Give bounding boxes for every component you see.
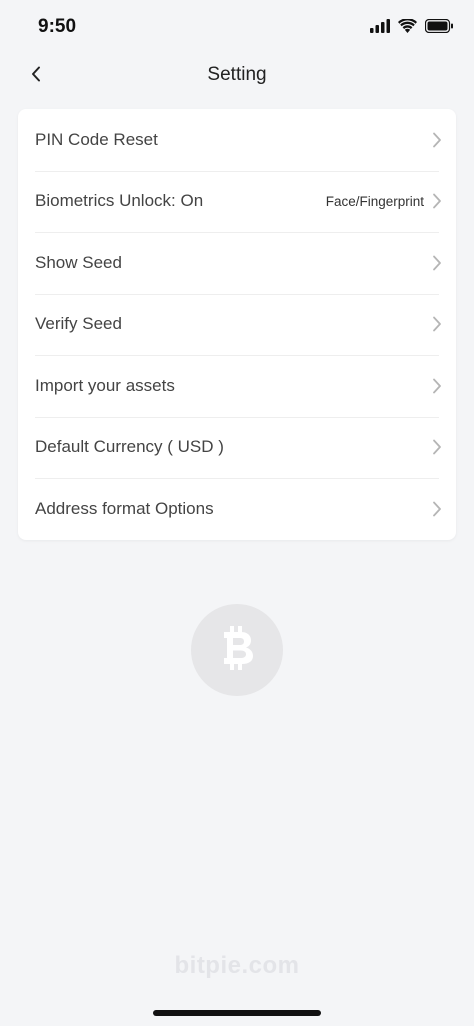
chevron-right-icon <box>432 439 442 455</box>
bitcoin-logo <box>191 604 283 696</box>
watermark: bitpie.com <box>174 952 300 979</box>
status-time: 9:50 <box>38 16 77 37</box>
chevron-right-icon <box>432 255 442 271</box>
settings-item-label: Default Currency ( USD ) <box>35 437 224 457</box>
settings-item-show-seed[interactable]: Show Seed <box>18 232 456 294</box>
settings-item-label: Verify Seed <box>35 314 122 334</box>
signal-icon <box>370 19 390 38</box>
chevron-right-icon <box>432 501 442 517</box>
settings-item-import-assets[interactable]: Import your assets <box>18 355 456 417</box>
settings-item-label: Show Seed <box>35 252 122 272</box>
wifi-icon <box>398 18 417 38</box>
settings-item-pin-reset[interactable]: PIN Code Reset <box>18 109 456 171</box>
settings-card: PIN Code Reset Biometrics Unlock: On Fac… <box>18 109 456 540</box>
battery-icon <box>424 18 454 38</box>
settings-item-verify-seed[interactable]: Verify Seed <box>18 293 456 356</box>
chevron-right-icon <box>432 193 442 209</box>
home-indicator[interactable] <box>153 1010 321 1016</box>
chevron-right-icon <box>432 378 442 394</box>
nav-bar: Setting <box>0 56 474 96</box>
settings-item-label: Address format Options <box>35 498 214 518</box>
chevron-right-icon <box>432 132 442 148</box>
settings-item-biometrics[interactable]: Biometrics Unlock: On Face/Fingerprint <box>18 170 456 233</box>
chevron-right-icon <box>432 316 442 332</box>
status-icons <box>370 18 454 38</box>
settings-item-address-format[interactable]: Address format Options <box>18 478 456 540</box>
bitcoin-icon <box>217 624 257 677</box>
settings-item-value: Face/Fingerprint <box>325 193 424 209</box>
settings-item-label: Biometrics Unlock: On <box>35 191 204 211</box>
settings-item-label: PIN Code Reset <box>35 129 158 149</box>
settings-item-default-currency[interactable]: Default Currency ( USD ) <box>18 416 456 479</box>
status-bar: 9:50 <box>0 0 474 56</box>
settings-item-label: Import your assets <box>35 375 175 395</box>
page-title: Setting <box>207 64 267 85</box>
